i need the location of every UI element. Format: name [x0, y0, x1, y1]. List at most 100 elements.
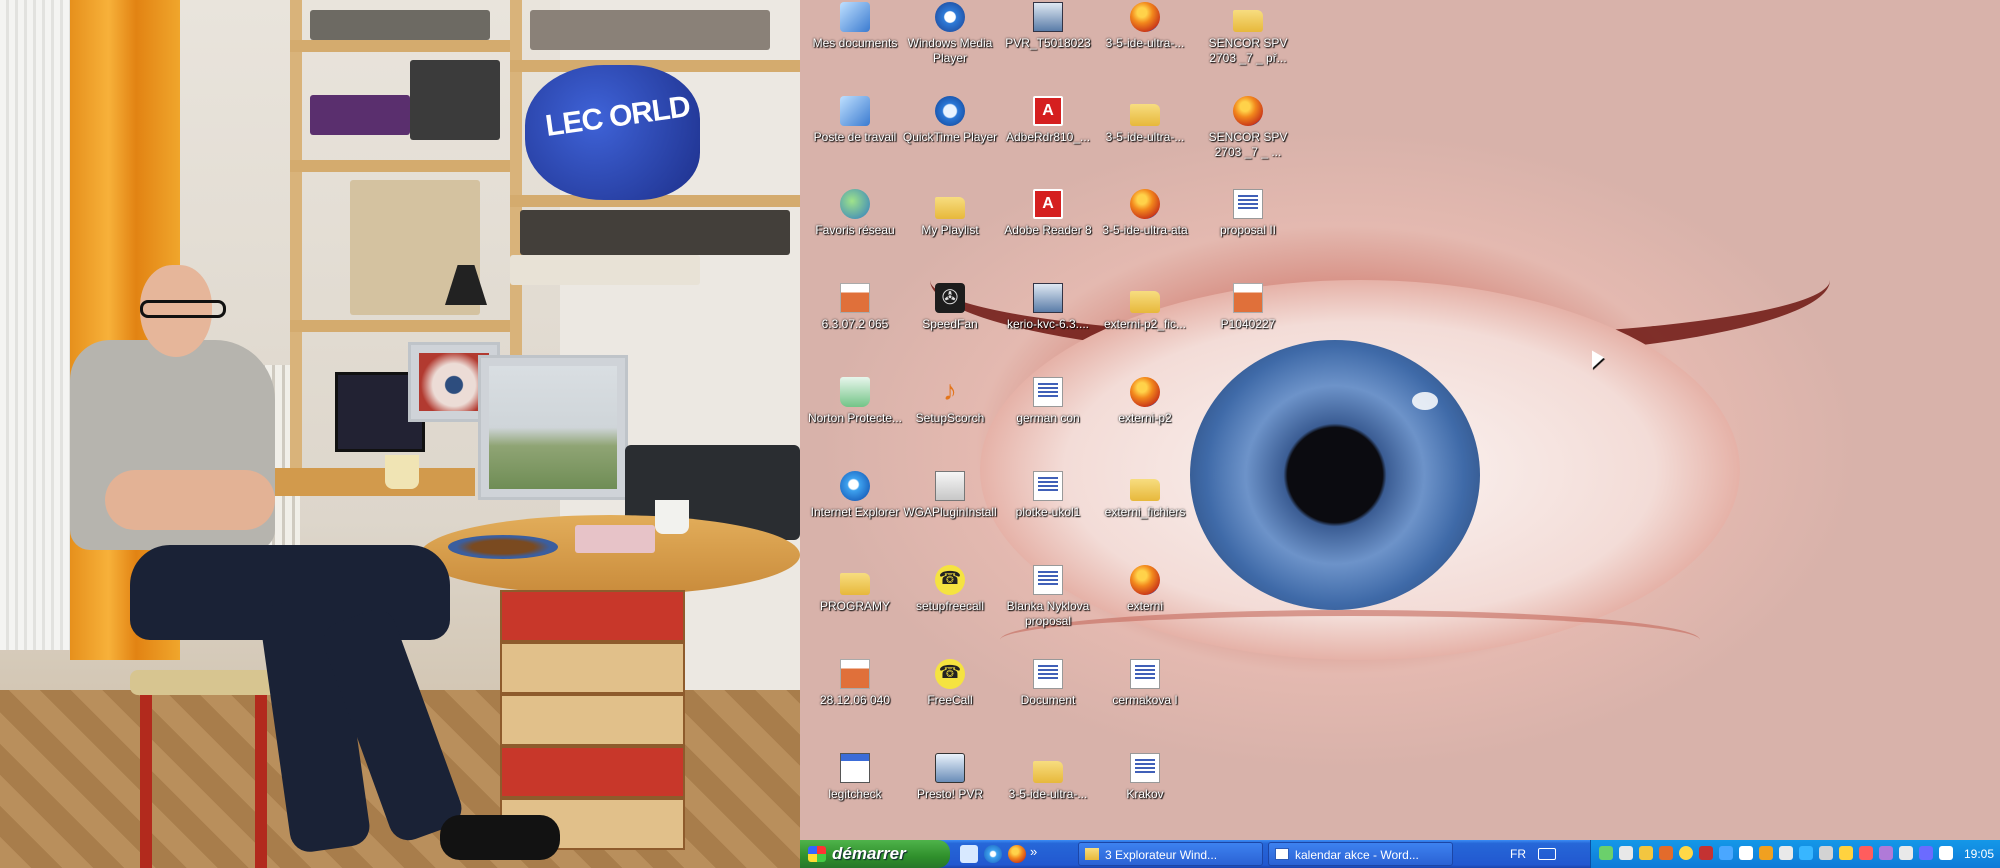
desktop-icon-label: externi [1126, 599, 1164, 613]
desktop-icon-label: AdbeRdr810_... [1005, 130, 1091, 144]
volume-icon[interactable] [1939, 846, 1953, 860]
tray-app-icon[interactable] [1659, 846, 1673, 860]
clock[interactable]: 19:05 [1964, 847, 1994, 861]
desktop-icon[interactable]: WGAPluginInstall [900, 471, 1000, 520]
desktop-icon[interactable]: 6.3.07.2 065 [805, 283, 905, 332]
tray-app-icon[interactable] [1779, 846, 1793, 860]
tray-app-icon[interactable] [1619, 846, 1633, 860]
desktop-icon[interactable]: P1040227 [1198, 283, 1298, 332]
desktop-icon[interactable]: PROGRAMY [805, 565, 905, 614]
desktop-icon[interactable]: Document [998, 659, 1098, 708]
tray-app-icon[interactable] [1859, 846, 1873, 860]
shield-icon[interactable] [1699, 846, 1713, 860]
tray-app-icon[interactable] [1919, 846, 1933, 860]
desktop-icon[interactable]: german con [998, 377, 1098, 426]
network-icon [840, 189, 870, 219]
show-desktop-icon[interactable] [960, 845, 978, 863]
desktop-icon-label: externi-p2 [1118, 411, 1172, 425]
network-icon[interactable] [1819, 846, 1833, 860]
folder-icon [840, 573, 870, 595]
desktop-icon-label: Internet Explorer [810, 505, 900, 519]
window-app-icon [840, 753, 870, 783]
internet-explorer-icon[interactable] [984, 845, 1002, 863]
shelf-clutter [520, 210, 790, 255]
desktop-icon-label: FreeCall [927, 693, 973, 707]
tray-app-icon[interactable] [1839, 846, 1853, 860]
person-arms [105, 470, 275, 530]
desktop-icon[interactable]: 3-5-ide-ultra-ata [1095, 189, 1195, 238]
desktop-icon-label: externi-p2_fic... [1103, 317, 1187, 331]
desktop-icon[interactable]: externi_fichiers [1095, 471, 1195, 520]
desktop-icon[interactable]: proposal II [1198, 189, 1298, 238]
desktop-icon-label: WGAPluginInstall [903, 505, 997, 519]
start-button[interactable]: démarrer [800, 840, 950, 868]
language-indicator[interactable]: FR [1510, 847, 1526, 861]
room-photograph: LEC ORLD [0, 0, 800, 868]
desktop-icon[interactable]: 28.12.06 040 [805, 659, 905, 708]
keyboard-box [310, 95, 410, 135]
desktop-icon[interactable]: Internet Explorer [805, 471, 905, 520]
desktop-icon[interactable]: SpeedFan [900, 283, 1000, 332]
desktop-icon-label: kerio-kvc-6.3.... [1006, 317, 1090, 331]
desktop-icon[interactable]: kerio-kvc-6.3.... [998, 283, 1098, 332]
desktop-icon[interactable]: Adobe Reader 8 [998, 189, 1098, 238]
task-word[interactable]: kalendar akce - Word... [1268, 842, 1453, 866]
desktop-icon[interactable]: Poste de travail [805, 96, 905, 145]
desktop-icon[interactable]: Favoris réseau [805, 189, 905, 238]
desktop-icon[interactable]: SENCOR SPV 2703 _7 _ ... [1198, 96, 1298, 160]
desktop-icon[interactable]: externi-p2_fic... [1095, 283, 1195, 332]
desktop-icon[interactable]: Windows Media Player [900, 2, 1000, 66]
task-explorer[interactable]: 3 Explorateur Wind... [1078, 842, 1263, 866]
desktop-icon[interactable]: 3-5-ide-ultra-... [998, 753, 1098, 802]
desktop-icon[interactable]: plotke-ukol1 [998, 471, 1098, 520]
desktop-icon-label: P1040227 [1220, 317, 1276, 331]
image-icon [840, 283, 870, 313]
tissue-box [575, 525, 655, 553]
folder-icon [1130, 291, 1160, 313]
folder-icon [1130, 104, 1160, 126]
tray-app-icon[interactable] [1739, 846, 1753, 860]
desktop-icon[interactable]: Presto! PVR [900, 753, 1000, 802]
tray-app-icon[interactable] [1759, 846, 1773, 860]
desktop-icon[interactable]: setupfreecall [900, 565, 1000, 614]
tray-app-icon[interactable] [1879, 846, 1893, 860]
tray-app-icon[interactable] [1899, 846, 1913, 860]
tray-app-icon[interactable] [1799, 846, 1813, 860]
desktop-icon[interactable]: QuickTime Player [900, 96, 1000, 145]
desktop-icon[interactable]: externi [1095, 565, 1195, 614]
folder-docs-icon [840, 2, 870, 32]
system-tray: 19:05 [1590, 840, 2000, 868]
keyboard-icon[interactable] [1538, 848, 1556, 860]
desktop-icon-label: Blanka Nyklova proposal [1006, 599, 1090, 628]
tray-app-icon[interactable] [1639, 846, 1653, 860]
quicktime-icon [935, 96, 965, 126]
desktop-icon[interactable]: 3-5-ide-ultra-... [1095, 2, 1195, 51]
desktop-icon[interactable]: Mes documents [805, 2, 905, 51]
desktop-icon[interactable]: 3-5-ide-ultra-... [1095, 96, 1195, 145]
desktop-icon[interactable]: AdbeRdr810_... [998, 96, 1098, 145]
desktop-icon[interactable]: Krakov [1095, 753, 1195, 802]
desktop-icon-label: SENCOR SPV 2703 _7 _ př... [1208, 36, 1288, 65]
desktop-icon[interactable]: Norton Protecte... [805, 377, 905, 426]
desktop-icon[interactable]: externi-p2 [1095, 377, 1195, 426]
desktop-icon[interactable]: PVR_T5018023 [998, 2, 1098, 51]
tray-app-icon[interactable] [1719, 846, 1733, 860]
shelf-board [290, 40, 510, 52]
freecall-icon [935, 565, 965, 595]
desktop-icon[interactable]: cermakova I [1095, 659, 1195, 708]
desktop-icon[interactable]: legitcheck [805, 753, 905, 802]
tray-app-icon[interactable] [1679, 846, 1693, 860]
plate-of-cookies [448, 535, 558, 559]
desktop-icon[interactable]: FreeCall [900, 659, 1000, 708]
desktop-icon[interactable]: My Playlist [900, 189, 1000, 238]
computer-icon [840, 96, 870, 126]
desktop-icon[interactable]: Blanka Nyklova proposal [998, 565, 1098, 629]
desktop-icon[interactable]: SetupScorch [900, 375, 1000, 426]
desktop-icon-label: cermakova I [1112, 693, 1178, 707]
wallpaper-iris [1190, 340, 1480, 610]
firefox-icon [1130, 189, 1160, 219]
tray-app-icon[interactable] [1599, 846, 1613, 860]
desktop-icon[interactable]: SENCOR SPV 2703 _7 _ př... [1198, 2, 1298, 66]
firefox-icon[interactable] [1008, 845, 1026, 863]
quicklaunch-overflow[interactable]: » [1030, 844, 1037, 859]
